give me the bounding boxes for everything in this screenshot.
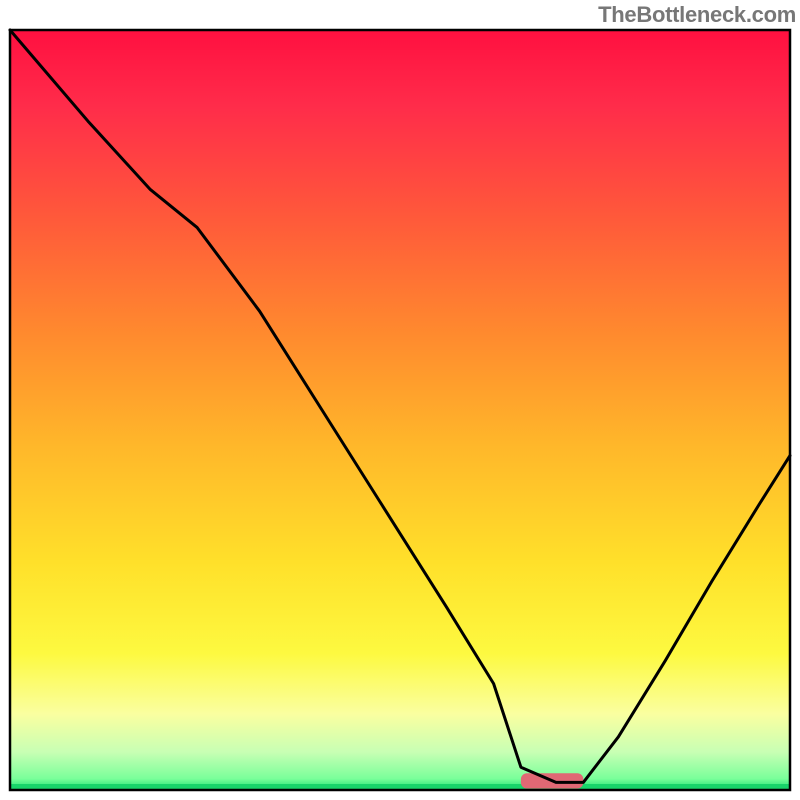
gradient-background: [10, 30, 790, 790]
bottleneck-chart: [0, 0, 800, 800]
